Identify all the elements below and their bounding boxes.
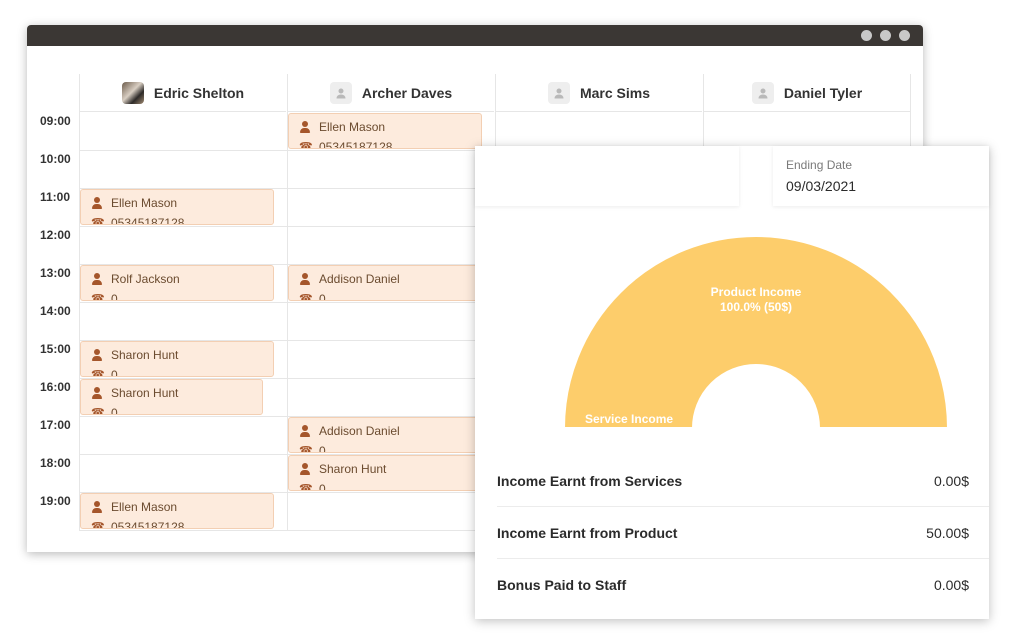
appointment-card[interactable]: Sharon Hunt ☎ 0 [288, 455, 482, 491]
appointment-client-name: Rolf Jackson [111, 272, 180, 286]
phone-icon: ☎ [299, 141, 313, 149]
user-icon [329, 81, 352, 104]
summary-label: Bonus Paid to Staff [497, 577, 627, 593]
appointment-client-phone: 05345187128 [111, 216, 185, 225]
appointment-client-phone: 05345187128 [111, 520, 185, 529]
ending-date-card[interactable]: Ending Date 09/03/2021 [773, 146, 989, 206]
appointment-client-name: Sharon Hunt [319, 462, 387, 476]
person-icon [91, 197, 103, 209]
time-label: 10:00 [40, 152, 71, 166]
time-label: 18:00 [40, 456, 71, 470]
appointment-client-name: Ellen Mason [111, 500, 178, 514]
phone-icon: ☎ [299, 445, 313, 453]
time-label: 14:00 [40, 304, 71, 318]
summary-value: 0.00$ [933, 577, 969, 593]
staff-column-header[interactable]: Edric Shelton [79, 74, 286, 112]
income-half-donut-chart: Product Income 100.0% (50$) Service Inco… [562, 235, 950, 429]
time-label: 09:00 [40, 114, 71, 128]
staff-name: Archer Daves [361, 84, 453, 101]
staff-column-header[interactable]: Daniel Tyler [703, 74, 910, 112]
appointment-card[interactable]: Ellen Mason ☎ 05345187128 [80, 493, 274, 529]
time-label: 13:00 [40, 266, 71, 280]
window-titlebar [27, 25, 923, 46]
window-control-dot[interactable] [880, 30, 891, 41]
appointment-client-name: Ellen Mason [319, 120, 386, 134]
summary-row: Bonus Paid to Staff 0.00$ [497, 559, 969, 611]
phone-icon: ☎ [91, 521, 105, 529]
appointment-client-name: Sharon Hunt [111, 386, 179, 400]
starting-date-card[interactable] [475, 146, 739, 206]
person-icon [91, 273, 103, 285]
appointment-client-phone: 0 [319, 444, 326, 453]
staff-name: Marc Sims [579, 84, 651, 101]
appointment-card[interactable]: Ellen Mason ☎ 05345187128 [80, 189, 274, 225]
appointment-card[interactable]: Sharon Hunt ☎ 0 [80, 379, 263, 415]
appointment-card[interactable]: Addison Daniel ☎ 0 [288, 265, 482, 301]
summary-value: 0.00$ [933, 473, 969, 489]
summary-row: Income Earnt from Services 0.00$ [497, 455, 969, 507]
summary-value: 50.00$ [926, 525, 969, 541]
staff-name: Edric Shelton [153, 84, 245, 101]
income-report-panel: Ending Date 09/03/2021 Product Income 10… [475, 146, 989, 619]
ending-date-value[interactable]: 09/03/2021 [786, 178, 856, 194]
appointment-client-phone: 0 [111, 368, 118, 377]
time-label: 16:00 [40, 380, 71, 394]
time-label: 15:00 [40, 342, 71, 356]
person-icon [91, 501, 103, 513]
time-label: 19:00 [40, 494, 71, 508]
chart-label-service-income: Service Income [585, 412, 673, 426]
phone-icon: ☎ [91, 217, 105, 225]
phone-icon: ☎ [91, 293, 105, 301]
phone-icon: ☎ [91, 369, 105, 377]
time-label: 11:00 [40, 190, 71, 204]
staff-column-header[interactable]: Marc Sims [495, 74, 702, 112]
user-icon [751, 81, 774, 104]
window-control-dot[interactable] [861, 30, 872, 41]
appointment-card[interactable]: Ellen Mason ☎ 05345187128 [288, 113, 482, 149]
staff-avatar [121, 81, 144, 104]
person-icon [299, 121, 311, 133]
chart-slice-product-income[interactable] [562, 235, 950, 429]
person-icon [91, 387, 103, 399]
appointment-client-phone: 0 [111, 406, 118, 415]
person-icon [299, 463, 311, 475]
ending-date-label: Ending Date [786, 158, 853, 172]
person-icon [91, 349, 103, 361]
appointment-client-name: Addison Daniel [319, 272, 400, 286]
user-icon [547, 81, 570, 104]
window-control-dot[interactable] [899, 30, 910, 41]
chart-label-product-income: Product Income [711, 285, 802, 299]
summary-label: Income Earnt from Product [497, 525, 678, 541]
phone-icon: ☎ [91, 407, 105, 415]
staff-name: Daniel Tyler [783, 84, 863, 101]
appointment-card[interactable]: Rolf Jackson ☎ 0 [80, 265, 274, 301]
time-label: 12:00 [40, 228, 71, 242]
staff-column-header[interactable]: Archer Daves [287, 74, 494, 112]
phone-icon: ☎ [299, 293, 313, 301]
chart-label-product-percent: 100.0% (50$) [720, 300, 792, 314]
appointment-client-phone: 0 [319, 482, 326, 491]
appointment-client-phone: 0 [111, 292, 118, 301]
appointment-card[interactable]: Addison Daniel ☎ 0 [288, 417, 482, 453]
appointment-client-phone: 05345187128 [319, 140, 393, 149]
summary-row: Income Earnt from Product 50.00$ [497, 507, 969, 559]
staff-schedule-column[interactable] [79, 112, 286, 530]
appointment-card[interactable]: Sharon Hunt ☎ 0 [80, 341, 274, 377]
phone-icon: ☎ [299, 483, 313, 491]
appointment-client-name: Ellen Mason [111, 196, 178, 210]
appointment-client-phone: 0 [319, 292, 326, 301]
time-label: 17:00 [40, 418, 71, 432]
person-icon [299, 425, 311, 437]
appointment-client-name: Sharon Hunt [111, 348, 179, 362]
appointment-client-name: Addison Daniel [319, 424, 400, 438]
person-icon [299, 273, 311, 285]
summary-label: Income Earnt from Services [497, 473, 683, 489]
